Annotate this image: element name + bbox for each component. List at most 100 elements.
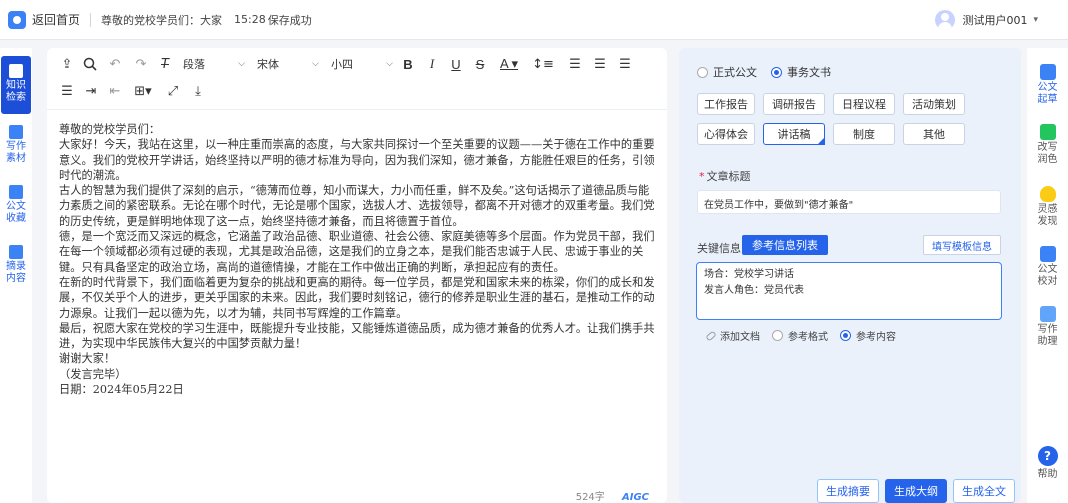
- rail-item-proofread[interactable]: 公文 校对: [1027, 246, 1068, 288]
- aigc-badge: AIGC: [621, 492, 649, 503]
- rail-item-label: 公文: [1037, 82, 1058, 93]
- doc-type-radio-affairs[interactable]: 事务文书: [771, 64, 831, 80]
- ref-format-radio[interactable]: 参考格式: [772, 328, 828, 343]
- doc-paragraph: 日期：2024年05月22日: [59, 383, 184, 397]
- excerpt-icon: [9, 245, 23, 259]
- font-select[interactable]: 宋体 ⌵: [257, 55, 319, 73]
- paperclip-icon: [705, 329, 717, 342]
- underline-icon[interactable]: U: [449, 55, 463, 73]
- sidebar-item-doc-favorite[interactable]: 公文 收藏: [0, 185, 32, 225]
- strikethrough-icon[interactable]: S: [473, 55, 487, 73]
- category-chip-selected[interactable]: 讲话稿: [763, 123, 825, 145]
- rail-item-label: 发现: [1037, 216, 1058, 227]
- username: 测试用户001: [962, 14, 1028, 27]
- generate-summary-button[interactable]: 生成摘要: [817, 479, 879, 503]
- paragraph-select[interactable]: 段落 ⌵: [183, 55, 245, 73]
- sidebar-item-knowledge-search[interactable]: 知识 检索: [1, 56, 31, 114]
- knowledge-search-icon: [9, 64, 23, 78]
- sidebar-item-label: 知识: [6, 80, 26, 91]
- clear-format-icon[interactable]: T: [157, 55, 173, 73]
- tab-reference-list[interactable]: 参考信息列表: [742, 235, 828, 255]
- doc-paragraph: 大家好！今天，我站在这里，以一种庄重而崇高的态度，与大家共同探讨一个至关重要的议…: [59, 138, 655, 182]
- radio-selected-icon: [840, 330, 851, 341]
- key-info-line: 场合：党校学习讲话: [704, 269, 794, 280]
- category-chip[interactable]: 日程议程: [833, 93, 895, 115]
- rail-item-doc-draft[interactable]: 公文 起草: [1027, 64, 1068, 106]
- ref-content-radio[interactable]: 参考内容: [840, 328, 896, 343]
- download-icon[interactable]: ⤓: [190, 82, 206, 100]
- category-chip[interactable]: 工作报告: [697, 93, 755, 115]
- bold-icon[interactable]: B: [401, 55, 415, 73]
- rail-item-label: 改写: [1037, 142, 1058, 153]
- ai-assistant-icon: [1039, 306, 1056, 322]
- doc-paragraph: 德，是一个宽泛而又深远的概念，它涵盖了政治品德、职业道德、社会公德、家庭美德等多…: [59, 230, 655, 274]
- avatar: [935, 10, 956, 30]
- generate-fulltext-button[interactable]: 生成全文: [953, 479, 1015, 503]
- help-button[interactable]: ? 帮助: [1027, 446, 1068, 481]
- outdent-icon[interactable]: ⇤: [107, 82, 123, 100]
- sidebar-item-excerpt[interactable]: 摘录 内容: [0, 245, 32, 285]
- size-select[interactable]: 小四 ⌵: [331, 55, 393, 73]
- generate-outline-button[interactable]: 生成大纲: [885, 479, 947, 503]
- rail-item-rewrite[interactable]: 改写 润色: [1027, 124, 1068, 166]
- sidebar-item-label: 素材: [6, 153, 26, 164]
- rail-item-label: 校对: [1037, 276, 1058, 287]
- title-label-text: 文章标题: [706, 170, 751, 183]
- redo-icon[interactable]: ↷: [133, 55, 149, 73]
- fill-template-button[interactable]: 填写模板信息: [923, 235, 1001, 255]
- sidebar-item-label: 摘录: [6, 261, 26, 272]
- radio-label: 正式公文: [713, 66, 757, 79]
- sidebar-item-writing-material[interactable]: 写作 素材: [0, 125, 32, 165]
- category-chip[interactable]: 心得体会: [697, 123, 755, 145]
- required-mark: *: [699, 170, 705, 183]
- doc-paragraph: 最后，祝愿大家在党校的学习生涯中，既能提升专业技能，又能锤炼道德品质，成为德才兼…: [59, 321, 655, 351]
- category-chip[interactable]: 活动策划: [903, 93, 965, 115]
- category-chip[interactable]: 其他: [903, 123, 965, 145]
- category-chip[interactable]: 调研报告: [763, 93, 825, 115]
- chevron-down-icon: ⌵: [238, 59, 245, 69]
- add-document-button[interactable]: 添加文档: [705, 328, 760, 343]
- italic-icon[interactable]: I: [425, 55, 439, 73]
- size-select-value: 小四: [331, 58, 353, 71]
- fullscreen-icon[interactable]: ⤢: [165, 82, 181, 100]
- back-home-link[interactable]: 返回首页: [32, 11, 80, 28]
- key-info-textarea[interactable]: 场合：党校学习讲话 发言人角色：党员代表: [696, 262, 1002, 320]
- sidebar-item-label: 写作: [6, 141, 26, 152]
- category-chip[interactable]: 制度: [833, 123, 895, 145]
- search-icon[interactable]: [82, 55, 98, 73]
- table-icon[interactable]: ⊞▾: [131, 82, 155, 100]
- option-label: 参考内容: [856, 332, 896, 343]
- chevron-down-icon: ▾: [1033, 15, 1038, 25]
- undo-icon[interactable]: ↶: [107, 55, 123, 73]
- doc-paragraph: 尊敬的党校学员们：: [59, 123, 161, 136]
- align-left-icon[interactable]: ☰: [567, 55, 583, 73]
- save-status: 保存成功: [267, 13, 312, 27]
- rail-item-label: 写作: [1037, 324, 1058, 335]
- rail-item-ai-assistant[interactable]: 写作 助理: [1027, 306, 1068, 348]
- doc-paragraph: 古人的智慧为我们提供了深刻的启示，“德薄而位尊，知小而谋大，力小而任重，鲜不及矣…: [59, 184, 655, 228]
- rail-item-label: 助理: [1037, 336, 1058, 347]
- sidebar-item-label: 公文: [6, 201, 26, 212]
- line-height-icon[interactable]: ↕≡: [532, 55, 554, 73]
- writing-material-icon: [9, 125, 23, 139]
- align-right-icon[interactable]: ☰: [617, 55, 633, 73]
- app-logo-icon: [8, 10, 26, 29]
- doc-draft-icon: [1039, 64, 1056, 80]
- justify-icon[interactable]: ☰: [59, 82, 75, 100]
- option-label: 添加文档: [720, 332, 760, 343]
- align-center-icon[interactable]: ☰: [592, 55, 608, 73]
- radio-selected-icon: [771, 66, 782, 78]
- left-sidebar: 知识 检索 写作 素材 公文 收藏 摘录 内容: [0, 48, 32, 503]
- doc-type-radio-formal[interactable]: 正式公文: [697, 64, 757, 80]
- doc-paragraph: （发言完毕）: [59, 367, 127, 381]
- upload-icon[interactable]: ⇪: [59, 55, 75, 73]
- indent-icon[interactable]: ⇥: [83, 82, 99, 100]
- document-body[interactable]: 尊敬的党校学员们： 大家好！今天，我站在这里，以一种庄重而崇高的态度，与大家共同…: [59, 122, 659, 397]
- rewrite-icon: [1039, 124, 1056, 140]
- divider: [90, 12, 92, 27]
- font-color-icon[interactable]: A ▾: [499, 55, 519, 73]
- user-menu[interactable]: 测试用户001 ▾: [935, 10, 1038, 30]
- title-input[interactable]: 在党员工作中，要做到"德才兼备": [697, 190, 1001, 214]
- rail-item-inspiration[interactable]: 灵感 发现: [1027, 186, 1068, 228]
- radio-label: 事务文书: [787, 66, 831, 79]
